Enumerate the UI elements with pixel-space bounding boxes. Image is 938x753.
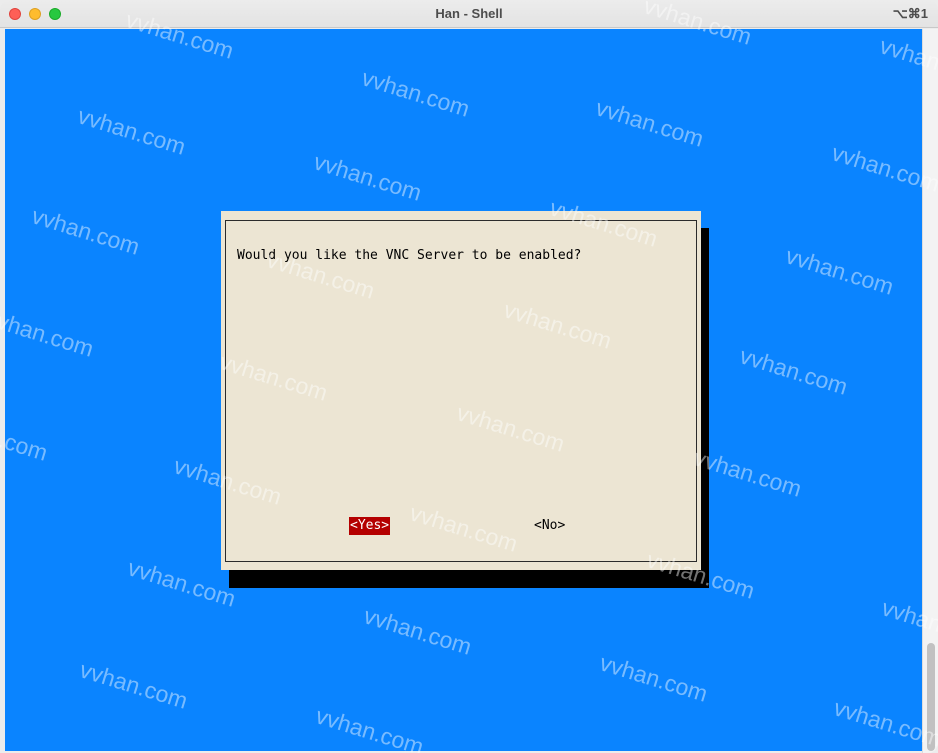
vnc-dialog: Would you like the VNC Server to be enab… [221, 211, 701, 570]
scrollbar-thumb[interactable] [927, 643, 935, 751]
dialog-question: Would you like the VNC Server to be enab… [237, 248, 582, 263]
window-title: Han - Shell [435, 6, 503, 21]
scrollbar[interactable] [922, 29, 938, 753]
no-button[interactable]: <No> [533, 517, 566, 535]
terminal-window: Han - Shell ⌥⌘1 Would you like the VNC S… [0, 0, 938, 753]
yes-button[interactable]: <Yes> [349, 517, 391, 535]
title-bar[interactable]: Han - Shell ⌥⌘1 [0, 0, 938, 28]
dialog-border [225, 220, 697, 562]
window-shortcut: ⌥⌘1 [892, 6, 928, 21]
